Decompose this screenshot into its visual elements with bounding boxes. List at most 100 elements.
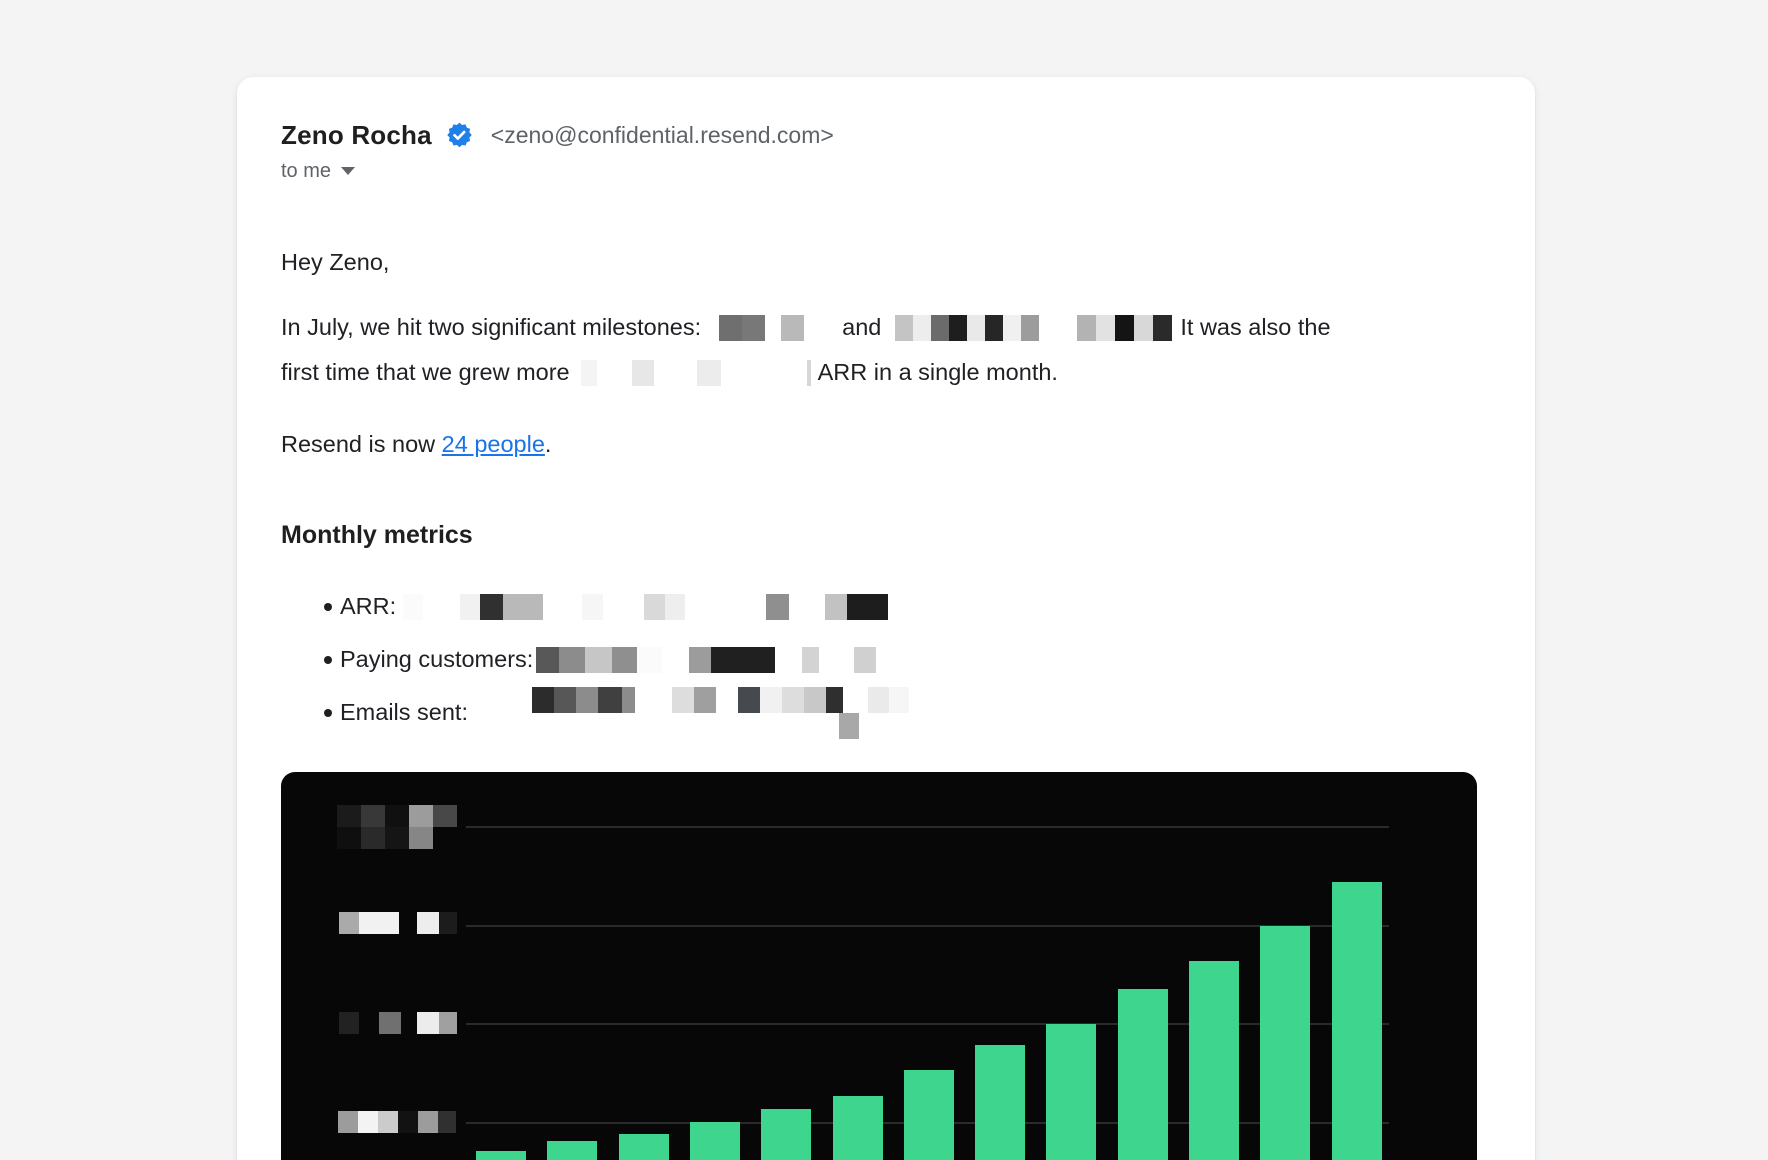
chart-bar bbox=[1118, 989, 1168, 1160]
redaction-tile bbox=[409, 805, 433, 827]
redaction-tile bbox=[503, 594, 543, 620]
chart-bar bbox=[619, 1134, 669, 1160]
redaction-row bbox=[536, 647, 876, 673]
growth-text: first time that we grew more bbox=[281, 350, 570, 395]
redaction-tile bbox=[582, 594, 603, 620]
redaction-tile bbox=[378, 1111, 398, 1133]
redaction-tile bbox=[742, 315, 765, 341]
redaction-tile bbox=[417, 1012, 439, 1034]
email-header: Zeno Rocha <zeno@confidential.resend.com… bbox=[281, 118, 1497, 184]
verified-badge-icon bbox=[446, 122, 473, 149]
redaction-tile bbox=[532, 687, 554, 713]
redaction-tile bbox=[622, 687, 635, 713]
redaction-tile bbox=[760, 687, 782, 713]
sender-row: Zeno Rocha <zeno@confidential.resend.com… bbox=[281, 118, 1497, 152]
redaction-tile bbox=[603, 594, 644, 620]
redaction-tile bbox=[644, 594, 665, 620]
redaction-tile bbox=[672, 687, 694, 713]
chart-bar bbox=[1189, 961, 1239, 1160]
redaction-tile bbox=[1003, 315, 1021, 341]
redaction-tile bbox=[804, 687, 826, 713]
email-card: Zeno Rocha <zeno@confidential.resend.com… bbox=[237, 77, 1535, 1160]
team-size-link[interactable]: 24 people bbox=[442, 431, 545, 457]
chart-bar bbox=[975, 1045, 1025, 1160]
metric-emails-sent: Emails sent: bbox=[281, 686, 1497, 739]
redaction-tile bbox=[765, 315, 781, 341]
milestones-text-after: It was also the bbox=[1180, 305, 1330, 350]
chart-y-axis-label-redacted bbox=[339, 912, 457, 934]
arr-month-text: ARR in a single month. bbox=[818, 350, 1058, 395]
redaction-row bbox=[337, 805, 457, 827]
and-text: and bbox=[842, 305, 881, 350]
redaction-row bbox=[337, 827, 457, 849]
redaction-tile bbox=[931, 315, 949, 341]
greeting-text: Hey Zeno, bbox=[281, 240, 1497, 285]
redaction-tile bbox=[738, 687, 760, 713]
redaction-tile bbox=[689, 647, 711, 673]
redaction-tile bbox=[826, 687, 843, 713]
redaction-tile bbox=[985, 315, 1003, 341]
redaction-tile bbox=[1115, 315, 1134, 341]
redaction-tile bbox=[338, 1111, 358, 1133]
redaction-tile bbox=[423, 594, 460, 620]
redaction-tile bbox=[1039, 315, 1077, 341]
sender-name[interactable]: Zeno Rocha bbox=[281, 120, 432, 151]
metric-arr: ARR: bbox=[281, 580, 1497, 633]
redaction-tile bbox=[967, 315, 985, 341]
redaction-tile bbox=[719, 315, 742, 341]
milestones-line-2: first time that we grew more ARR in a si… bbox=[281, 350, 1497, 395]
redaction-tile bbox=[635, 687, 672, 713]
chart-y-axis-label-redacted bbox=[338, 1111, 456, 1133]
redaction-tile bbox=[433, 827, 457, 849]
metrics-bar-chart bbox=[281, 772, 1477, 1160]
redaction-tile bbox=[694, 687, 716, 713]
redaction-tile bbox=[359, 912, 399, 934]
redaction-tile bbox=[597, 360, 632, 386]
metric-paying-customers: Paying customers: bbox=[281, 633, 1497, 686]
redaction-tile bbox=[337, 805, 361, 827]
chart-bar bbox=[547, 1141, 597, 1160]
redacted-emails-sent-value bbox=[532, 687, 909, 739]
redaction-tile bbox=[843, 687, 868, 713]
redaction-tile bbox=[854, 647, 876, 673]
redaction-tile bbox=[711, 647, 775, 673]
redaction-tile bbox=[1021, 315, 1039, 341]
redaction-tile bbox=[716, 687, 738, 713]
sender-address[interactable]: <zeno@confidential.resend.com> bbox=[491, 122, 834, 149]
page-background: Zeno Rocha <zeno@confidential.resend.com… bbox=[0, 0, 1768, 1160]
redaction-tile bbox=[543, 594, 582, 620]
recipient-dropdown[interactable]: to me bbox=[281, 158, 1497, 184]
redaction-tile bbox=[398, 1111, 418, 1133]
redaction-tile bbox=[554, 687, 576, 713]
redaction-tile bbox=[665, 594, 685, 620]
email-body: Hey Zeno, In July, we hit two significan… bbox=[281, 240, 1497, 1160]
redaction-row bbox=[403, 594, 888, 620]
metric-arr-label: ARR: bbox=[340, 593, 396, 620]
metrics-list: ARR: Paying customers: Emails sent: bbox=[281, 580, 1497, 739]
redaction-tile bbox=[418, 1111, 438, 1133]
redaction-tile bbox=[847, 594, 888, 620]
redaction-tile bbox=[403, 594, 423, 620]
redaction-row bbox=[339, 1012, 457, 1034]
redaction-tile bbox=[913, 315, 931, 341]
redaction-row bbox=[532, 713, 909, 739]
redaction-tile bbox=[612, 647, 637, 673]
redaction-tile bbox=[868, 687, 889, 713]
redaction-tile bbox=[433, 805, 457, 827]
redacted-milestone-1 bbox=[719, 315, 804, 341]
redaction-tile bbox=[581, 360, 597, 386]
redaction-row bbox=[532, 687, 909, 713]
redaction-tile bbox=[662, 647, 689, 673]
milestones-paragraph: In July, we hit two significant mileston… bbox=[281, 305, 1497, 395]
redaction-tile bbox=[637, 647, 662, 673]
redaction-row bbox=[719, 315, 804, 341]
team-size-paragraph: Resend is now 24 people. bbox=[281, 422, 1497, 467]
redaction-tile bbox=[819, 647, 854, 673]
milestones-text: In July, we hit two significant mileston… bbox=[281, 305, 701, 350]
chart-bar bbox=[1260, 926, 1310, 1160]
period-text: . bbox=[545, 431, 552, 457]
redaction-tile bbox=[339, 1012, 359, 1034]
chart-y-axis-label-redacted bbox=[339, 1012, 457, 1034]
chart-bar bbox=[833, 1096, 883, 1160]
chart-bar bbox=[690, 1122, 740, 1160]
